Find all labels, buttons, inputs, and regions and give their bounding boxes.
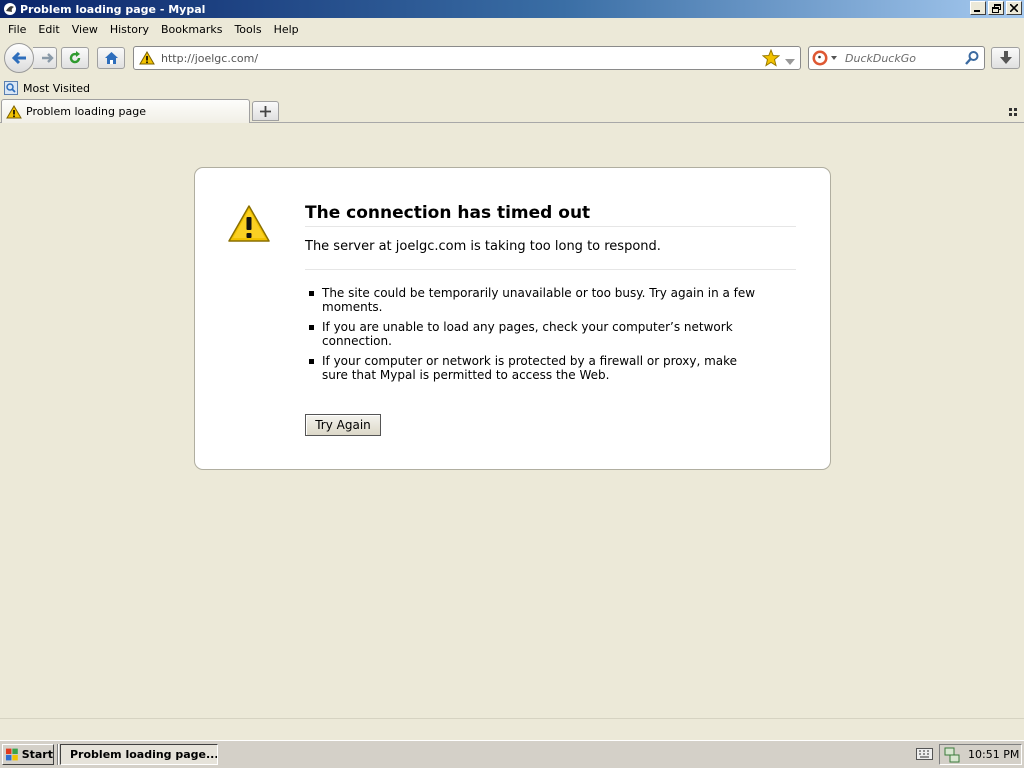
minimize-button[interactable] [970,1,986,15]
new-tab-button[interactable] [252,101,279,121]
downloads-button[interactable] [991,47,1020,69]
menu-bar: File Edit View History Bookmarks Tools H… [0,18,1024,40]
bookmarks-toolbar: Most Visited [0,78,1024,98]
restore-button[interactable] [988,1,1004,15]
search-engine-selector[interactable] [812,50,837,66]
download-icon [999,51,1012,64]
menu-history[interactable]: History [104,23,155,36]
system-tray: 10:51 PM [939,744,1022,765]
menu-bookmarks[interactable]: Bookmarks [155,23,228,36]
network-icon[interactable] [944,747,960,763]
taskbar-separator [57,744,59,765]
url-bar[interactable]: http://joelgc.com/ [133,46,801,70]
warning-icon [6,104,22,118]
warning-icon [139,51,155,65]
url-text[interactable]: http://joelgc.com/ [161,52,258,65]
reload-button[interactable] [61,47,89,69]
chevron-down-icon [831,56,837,60]
error-description: The server at joelgc.com is taking too l… [305,239,796,270]
list-item: The site could be temporarily unavailabl… [305,286,765,314]
windows-logo-icon [6,748,18,761]
forward-button[interactable] [33,47,57,69]
close-button[interactable] [1006,1,1022,15]
tab-strip: Problem loading page [0,98,1024,123]
restore-icon [991,3,1001,13]
home-button[interactable] [97,47,125,69]
status-bar [0,718,1024,740]
list-item: If you are unable to load any pages, che… [305,320,765,348]
menu-tools[interactable]: Tools [228,23,267,36]
bookmark-star-icon[interactable] [761,48,781,70]
forward-icon [41,53,54,63]
search-bar[interactable]: DuckDuckGo [808,46,985,70]
menu-help[interactable]: Help [268,23,305,36]
back-button[interactable] [4,43,34,73]
try-again-button[interactable]: Try Again [305,414,381,436]
search-icon[interactable] [964,50,980,69]
close-icon [1010,4,1018,12]
page-content: The connection has timed out The server … [0,124,1024,720]
tab-label: Problem loading page [26,105,146,118]
search-placeholder[interactable]: DuckDuckGo [845,52,916,65]
plus-icon [260,105,271,117]
most-visited-icon [4,81,18,95]
error-suggestions: The site could be temporarily unavailabl… [305,286,765,388]
reload-icon [69,51,81,64]
window-title: Problem loading page - Mypal [20,2,206,16]
taskbar-item-mypal[interactable]: Problem loading page... [60,744,218,765]
list-item: If your computer or network is protected… [305,354,765,382]
clock[interactable]: 10:51 PM [968,748,1019,761]
taskbar: Start Problem loading page... 10:51 PM [0,740,1024,768]
tab-list-icon[interactable] [1009,106,1018,119]
tab-problem-loading-page[interactable]: Problem loading page [1,99,250,123]
minimize-icon [974,10,980,12]
menu-view[interactable]: View [66,23,104,36]
menu-edit[interactable]: Edit [32,23,65,36]
title-bar[interactable]: Problem loading page - Mypal [0,0,1024,18]
mypal-icon [3,2,17,16]
error-box: The connection has timed out The server … [194,167,831,470]
error-title: The connection has timed out [305,203,796,227]
back-icon [11,51,26,65]
bookmark-most-visited[interactable]: Most Visited [23,82,90,95]
home-icon [104,52,118,64]
navigation-toolbar: http://joelgc.com/ DuckDuckGo [0,40,1024,76]
warning-icon [227,204,271,247]
taskbar-item-label: Problem loading page... [70,748,218,761]
url-dropdown-icon[interactable] [785,55,795,68]
keyboard-icon[interactable] [916,748,933,763]
menu-file[interactable]: File [2,23,32,36]
start-label: Start [21,748,53,761]
start-button[interactable]: Start [2,744,54,765]
duckduckgo-icon [812,50,828,66]
